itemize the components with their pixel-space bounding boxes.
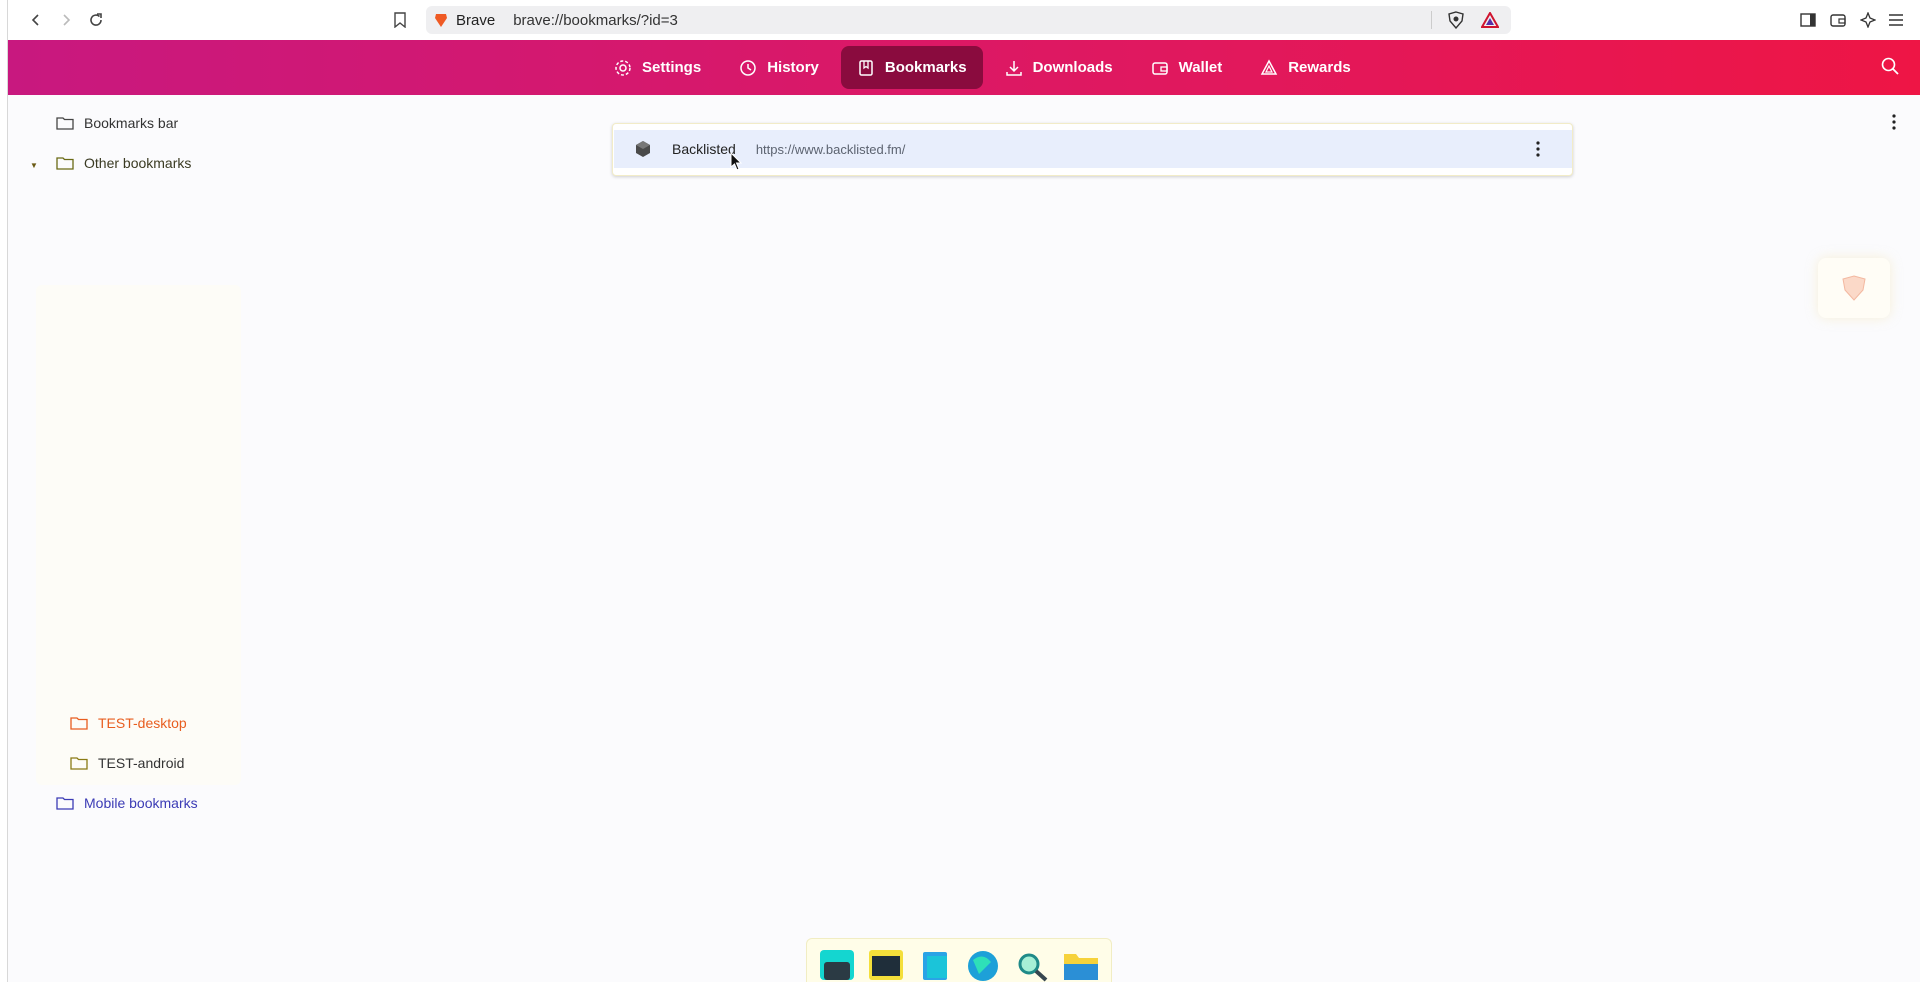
browser-toolbar: Brave brave://bookmarks/?id=3 <box>8 0 1920 40</box>
forward-button[interactable] <box>52 6 80 34</box>
main-menu-button[interactable] <box>1882 6 1910 34</box>
folder-icon <box>56 797 74 810</box>
browser-window: Brave brave://bookmarks/?id=3 Settings H… <box>0 0 1920 982</box>
hamburger-menu-icon <box>1889 14 1903 26</box>
brave-lion-icon <box>435 14 447 27</box>
bookmark-url: https://www.backlisted.fm/ <box>755 141 906 157</box>
sparkle-icon <box>1860 12 1876 28</box>
terminal-icon[interactable] <box>817 944 857 982</box>
taskbar-dock <box>806 938 1112 982</box>
folder-test-android[interactable]: TEST-android <box>70 755 184 771</box>
reload-icon <box>90 13 102 26</box>
back-arrow-icon <box>31 14 39 26</box>
address-bar[interactable]: Brave brave://bookmarks/?id=3 <box>426 6 1511 34</box>
urlbar-divider <box>1431 11 1432 29</box>
folder-icon <box>70 757 88 770</box>
brave-shield-icon <box>1448 11 1464 29</box>
tab-bookmarks[interactable]: Bookmarks <box>840 46 983 89</box>
folder-label: Mobile bookmarks <box>84 795 198 811</box>
brave-shield-badge <box>1818 258 1890 318</box>
globe-icon[interactable] <box>963 944 1003 982</box>
folder-icon <box>56 117 74 130</box>
forward-arrow-icon <box>63 14 71 26</box>
rewards-triangle-icon <box>1260 58 1278 75</box>
files-icon[interactable] <box>915 944 955 982</box>
bookmark-actions-button[interactable] <box>1528 139 1548 159</box>
tab-label: Wallet <box>1178 59 1223 76</box>
wallet-icon <box>1830 14 1846 27</box>
bookmark-icon <box>394 12 406 28</box>
tab-settings[interactable]: Settings <box>598 46 717 89</box>
settings-header: Settings History Bookmarks Downloads Wal… <box>8 40 1920 95</box>
folder-label: Bookmarks bar <box>84 115 179 131</box>
bookmark-row[interactable]: Backlisted https://www.backlisted.fm/ <box>614 130 1572 168</box>
search-icon <box>1881 57 1899 75</box>
sidebar-toggle-button[interactable] <box>1794 6 1822 34</box>
window-edge <box>0 0 8 982</box>
faded-overlay <box>36 285 241 785</box>
back-button[interactable] <box>22 6 50 34</box>
search-magnifier-icon[interactable] <box>1012 944 1052 982</box>
tab-wallet[interactable]: Wallet <box>1135 46 1239 89</box>
bookmark-title[interactable]: Backlisted <box>672 141 736 157</box>
folder-icon <box>56 157 74 170</box>
bat-triangle-icon <box>1481 12 1499 28</box>
rewards-button[interactable] <box>1476 6 1504 34</box>
wallet-button[interactable] <box>1824 6 1852 34</box>
folder-other-bookmarks[interactable]: Other bookmarks <box>56 155 191 171</box>
folder-label: TEST-android <box>98 755 185 771</box>
more-vertical-icon <box>1536 141 1540 157</box>
cube-favicon-icon <box>636 141 650 157</box>
mouse-pointer-icon <box>730 151 744 177</box>
shields-button[interactable] <box>1442 6 1470 34</box>
tab-downloads[interactable]: Downloads <box>989 46 1129 89</box>
folder-mobile-bookmarks[interactable]: Mobile bookmarks <box>56 795 198 811</box>
folder-label: Other bookmarks <box>84 155 192 171</box>
folder-bookmarks-bar[interactable]: Bookmarks bar <box>56 115 178 131</box>
folder-label: TEST-desktop <box>98 715 187 731</box>
tab-label: Settings <box>642 59 702 76</box>
header-tabs: Settings History Bookmarks Downloads Wal… <box>598 46 1367 89</box>
folder-icon <box>70 717 88 730</box>
more-vertical-icon <box>1892 114 1896 130</box>
download-icon <box>1005 60 1022 76</box>
tab-history[interactable]: History <box>723 46 835 89</box>
tab-label: Downloads <box>1032 59 1113 76</box>
folder-test-desktop[interactable]: TEST-desktop <box>70 715 187 731</box>
tab-rewards[interactable]: Rewards <box>1244 46 1367 89</box>
screen-icon[interactable] <box>866 944 906 982</box>
expand-caret-icon[interactable]: ▼ <box>30 161 38 170</box>
organize-menu-button[interactable] <box>1884 110 1904 134</box>
sidebar-panel-icon <box>1800 13 1816 27</box>
tab-label: Rewards <box>1288 59 1351 76</box>
wallet-icon <box>1151 61 1168 75</box>
bookmark-folder-tree: Bookmarks bar ▼ Other bookmarks TEST-des… <box>8 95 243 982</box>
gear-icon <box>615 59 631 76</box>
bookmark-list: Backlisted https://www.backlisted.fm/ <box>612 123 1573 176</box>
leo-ai-button[interactable] <box>1854 6 1882 34</box>
tab-label: Bookmarks <box>884 59 967 76</box>
site-brand-label: Brave <box>456 11 496 29</box>
brave-shield-icon <box>1842 275 1866 301</box>
folder-icon[interactable] <box>1061 944 1101 982</box>
reload-button[interactable] <box>82 6 110 34</box>
url-text[interactable]: brave://bookmarks/?id=3 <box>513 12 678 29</box>
bookmark-book-icon <box>859 59 873 76</box>
tab-label: History <box>767 59 819 76</box>
history-icon <box>740 59 756 76</box>
bookmark-page-button[interactable] <box>386 6 414 34</box>
search-bookmarks-button[interactable] <box>1880 56 1904 80</box>
